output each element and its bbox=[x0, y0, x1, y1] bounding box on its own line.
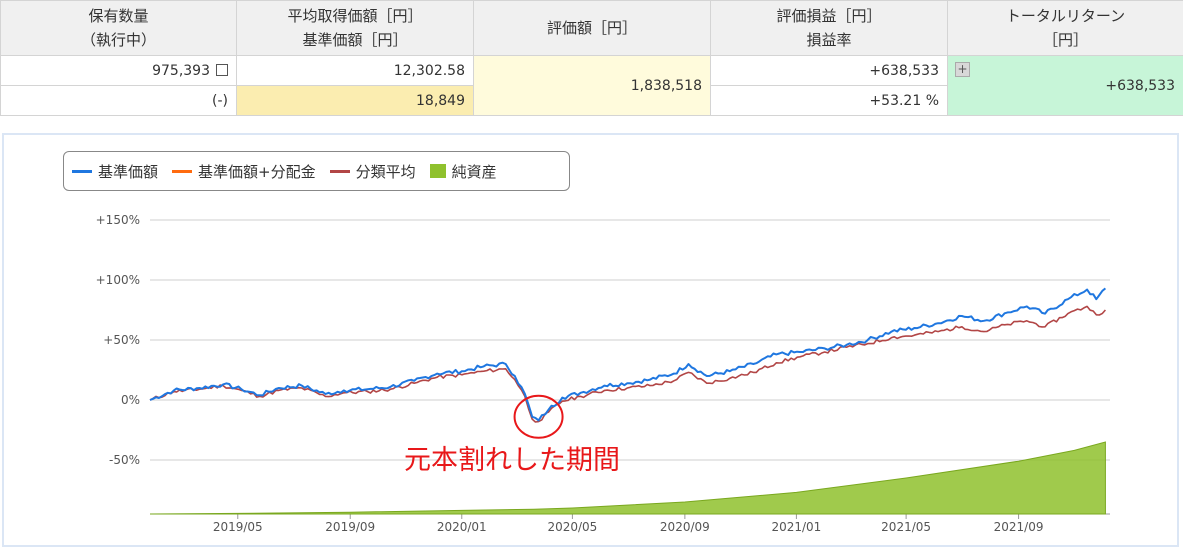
x-tick-label: 2019/09 bbox=[325, 520, 375, 534]
category-average-line bbox=[149, 305, 1106, 423]
legend-label-net-assets: 純資産 bbox=[451, 162, 497, 181]
x-tick-label: 2020/09 bbox=[660, 520, 710, 534]
annotation-text: 元本割れした期間 bbox=[404, 445, 620, 476]
net-assets-area bbox=[149, 441, 1106, 515]
legend-label-nav: 基準価額 bbox=[98, 162, 159, 181]
y-tick-label: +150% bbox=[96, 213, 140, 227]
legend-item-nav[interactable]: 基準価額 bbox=[72, 161, 158, 182]
legend-item-nav-with-dividend[interactable]: 基準価額+分配金 bbox=[172, 161, 316, 182]
x-tick-label: 2020/01 bbox=[437, 520, 487, 534]
legend-item-net-assets[interactable]: 純資産 bbox=[429, 161, 497, 182]
y-tick-label: -50% bbox=[109, 453, 140, 467]
x-tick-label: 2021/01 bbox=[771, 520, 821, 534]
drawdown-highlight-circle bbox=[513, 394, 564, 439]
y-tick-label: +50% bbox=[103, 333, 140, 347]
x-tick-label: 2020/05 bbox=[547, 520, 597, 534]
legend-swatch-nav bbox=[72, 169, 92, 173]
x-tick-label: 2019/05 bbox=[213, 520, 263, 534]
chart-legend: 基準価額 基準価額+分配金 分類平均 純資産 bbox=[63, 151, 570, 191]
legend-swatch-nav-with-dividend bbox=[172, 169, 193, 173]
nav-line bbox=[149, 287, 1107, 422]
legend-swatch-category-average bbox=[329, 169, 350, 173]
x-tick-label: 2021/09 bbox=[994, 520, 1044, 534]
fund-holding-panel: 保有数量 （執行中） 平均取得価額［円］ 基準価額［円］ 評価額［円］ 評価損益［円… bbox=[0, 0, 1183, 551]
y-tick-label: +100% bbox=[96, 273, 140, 287]
legend-item-category-average[interactable]: 分類平均 bbox=[329, 161, 416, 182]
legend-label-nav-with-dividend: 基準価額+分配金 bbox=[198, 162, 316, 181]
y-tick-label: 0% bbox=[121, 393, 140, 407]
x-tick-label: 2021/05 bbox=[881, 520, 931, 534]
legend-swatch-net-assets bbox=[429, 164, 446, 178]
legend-label-category-average: 分類平均 bbox=[355, 162, 416, 181]
